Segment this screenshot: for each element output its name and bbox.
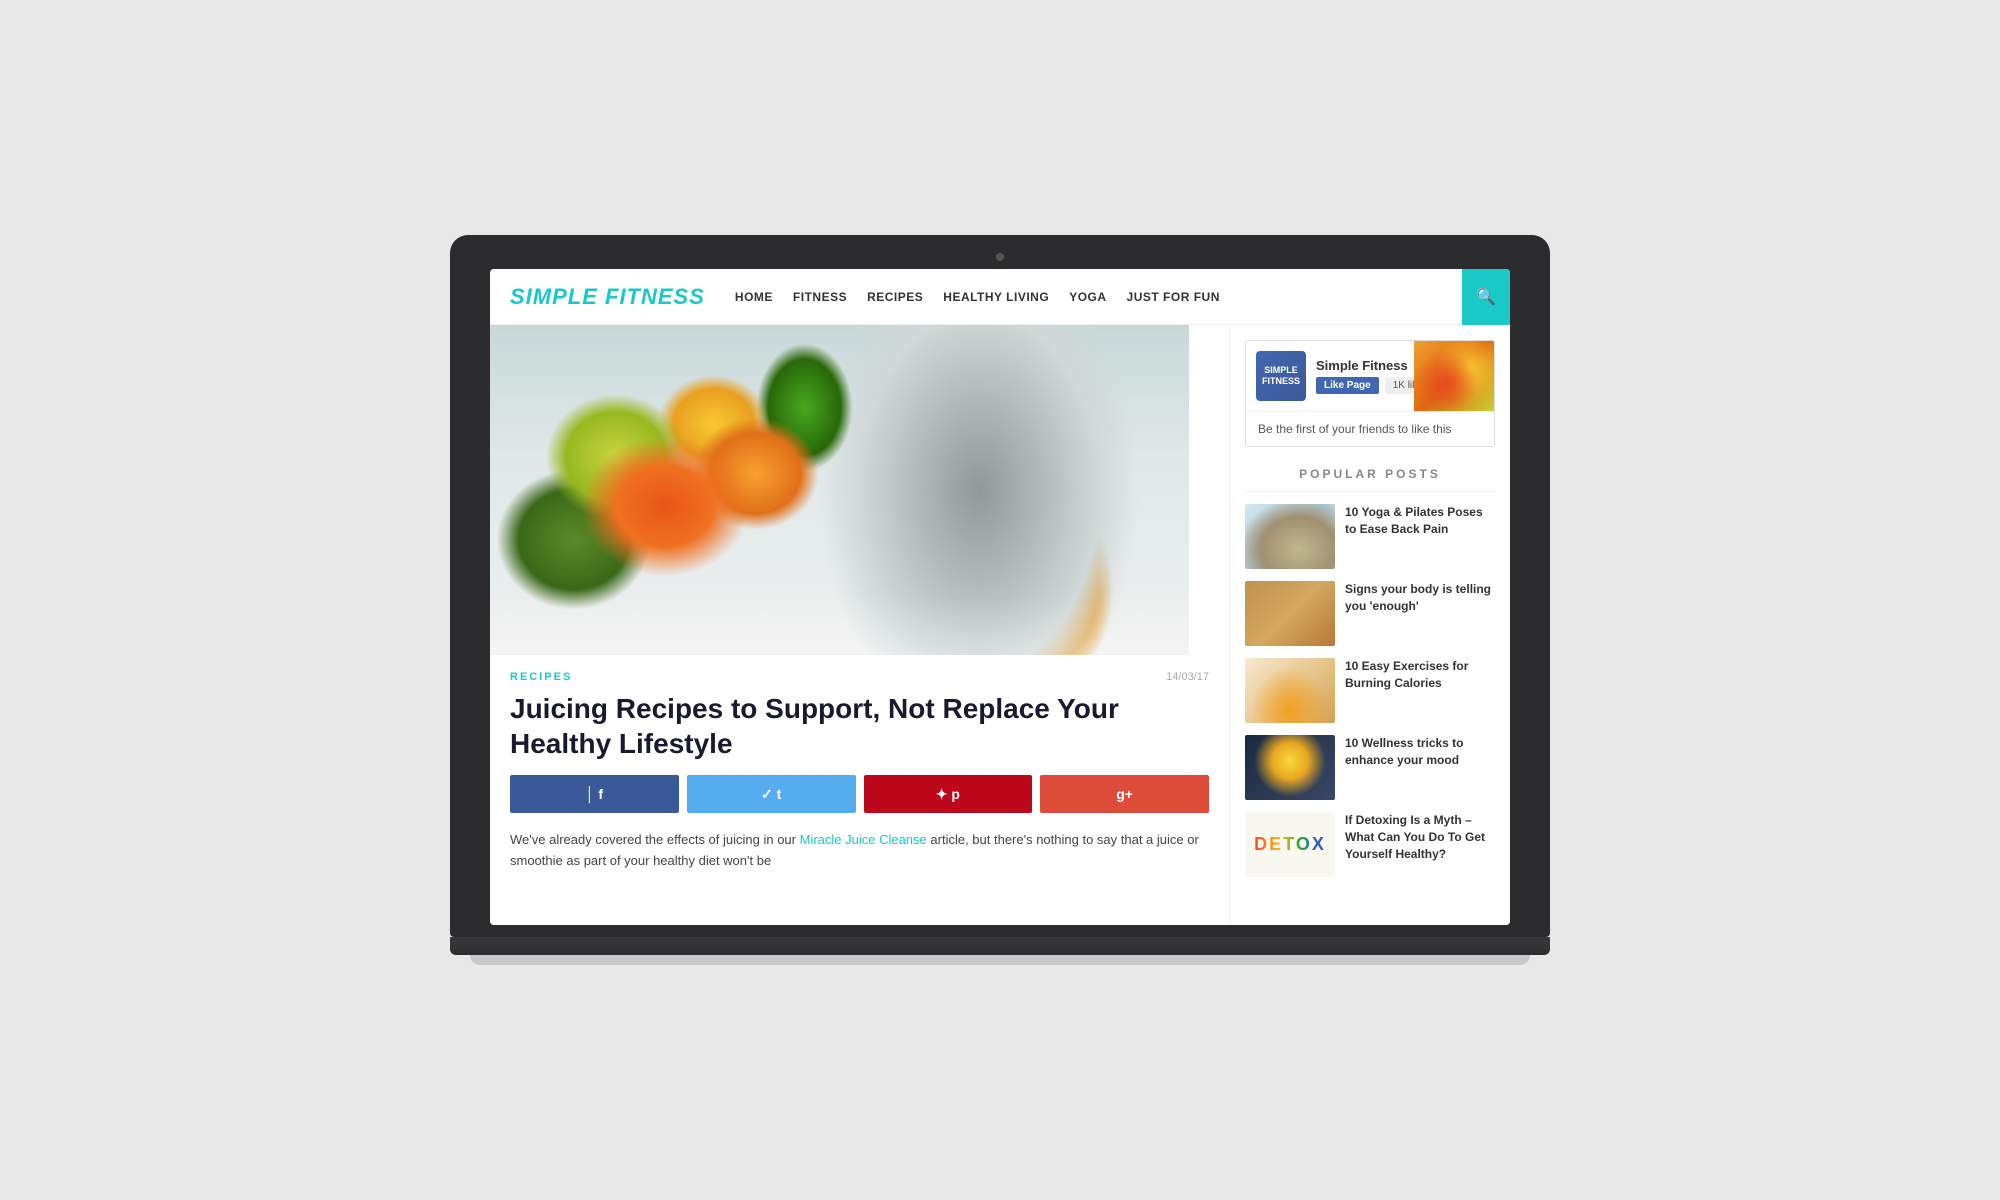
article-date: 14/03/17 [1166,671,1209,683]
site-body: RECIPES 14/03/17 Juicing Recipes to Supp… [490,325,1510,925]
facebook-widget: SIMPLEFITNESS Simple Fitness Like Page 1… [1245,340,1495,447]
facebook-share-button[interactable]: │ f [510,775,679,813]
popular-post-item[interactable]: 10 Wellness tricks to enhance your mood [1245,735,1495,800]
site-header: SIMPLE FITNESS HOME FITNESS RECIPES HEAL… [490,269,1510,325]
popular-post-item[interactable]: 10 Yoga & Pilates Poses to Ease Back Pai… [1245,504,1495,569]
main-content: RECIPES 14/03/17 Juicing Recipes to Supp… [490,325,1230,925]
popular-post-title: Signs your body is telling you 'enough' [1345,581,1495,615]
popular-post-item[interactable]: 10 Easy Exercises for Burning Calories [1245,658,1495,723]
article-category[interactable]: RECIPES [510,671,572,683]
miracle-juice-cleanse-link[interactable]: Miracle Juice Cleanse [800,832,927,847]
laptop-computer: SIMPLE FITNESS HOME FITNESS RECIPES HEAL… [450,235,1550,965]
popular-posts-header: POPULAR POSTS [1245,467,1495,492]
facebook-logo-box: SIMPLEFITNESS [1256,351,1306,401]
pinterest-icon: ✦ p [936,786,960,803]
laptop-screen: SIMPLE FITNESS HOME FITNESS RECIPES HEAL… [490,269,1510,925]
popular-post-title: If Detoxing Is a Myth – What Can You Do … [1345,812,1495,862]
popular-post-item[interactable]: If Detoxing Is a Myth – What Can You Do … [1245,812,1495,877]
site-logo: SIMPLE FITNESS [510,284,705,310]
article-hero-image [490,325,1189,655]
sidebar: SIMPLEFITNESS Simple Fitness Like Page 1… [1230,325,1510,925]
popular-post-title: 10 Wellness tricks to enhance your mood [1345,735,1495,769]
popular-post-title: 10 Easy Exercises for Burning Calories [1345,658,1495,692]
main-nav: HOME FITNESS RECIPES HEALTHY LIVING YOGA… [735,290,1462,304]
nav-yoga[interactable]: YOGA [1069,290,1106,304]
article-title: Juicing Recipes to Support, Not Replace … [510,691,1209,761]
popular-post-title: 10 Yoga & Pilates Poses to Ease Back Pai… [1345,504,1495,538]
nav-home[interactable]: HOME [735,290,773,304]
laptop-lid: SIMPLE FITNESS HOME FITNESS RECIPES HEAL… [450,235,1550,937]
laptop-bottom [470,955,1530,965]
facebook-like-button[interactable]: Like Page [1316,377,1379,394]
nav-healthy-living[interactable]: HEALTHY LIVING [943,290,1049,304]
nav-recipes[interactable]: RECIPES [867,290,923,304]
article-meta: RECIPES 14/03/17 [510,671,1209,683]
post-thumbnail-wellness [1245,735,1335,800]
post-thumbnail-exercise [1245,658,1335,723]
article-body: We've already covered the effects of jui… [510,829,1209,872]
popular-posts-section: POPULAR POSTS 10 Yoga & Pilates Poses to… [1245,467,1495,877]
laptop-base [450,937,1550,955]
nav-fitness[interactable]: FITNESS [793,290,847,304]
facebook-icon: │ f [586,786,603,802]
facebook-widget-header: SIMPLEFITNESS Simple Fitness Like Page 1… [1246,341,1494,411]
post-thumbnail-dog [1245,581,1335,646]
facebook-logo-text: SIMPLEFITNESS [1262,365,1300,387]
twitter-share-button[interactable]: ✓ t [687,775,856,813]
pinterest-share-button[interactable]: ✦ p [864,775,1033,813]
article-body-start: We've already covered the effects of jui… [510,832,800,847]
search-icon: 🔍 [1476,287,1496,307]
twitter-icon: ✓ t [761,786,781,803]
social-share-buttons: │ f ✓ t ✦ p g+ [510,775,1209,813]
post-thumbnail-yoga [1245,504,1335,569]
post-thumbnail-detox [1245,812,1335,877]
facebook-cover-thumbnail [1414,341,1494,411]
popular-post-item[interactable]: Signs your body is telling you 'enough' [1245,581,1495,646]
laptop-camera [996,253,1004,261]
googleplus-share-button[interactable]: g+ [1040,775,1209,813]
googleplus-icon: g+ [1116,786,1133,802]
nav-just-for-fun[interactable]: JUST FOR FUN [1127,290,1220,304]
facebook-widget-footer: Be the first of your friends to like thi… [1246,411,1494,446]
search-button[interactable]: 🔍 [1462,269,1510,325]
